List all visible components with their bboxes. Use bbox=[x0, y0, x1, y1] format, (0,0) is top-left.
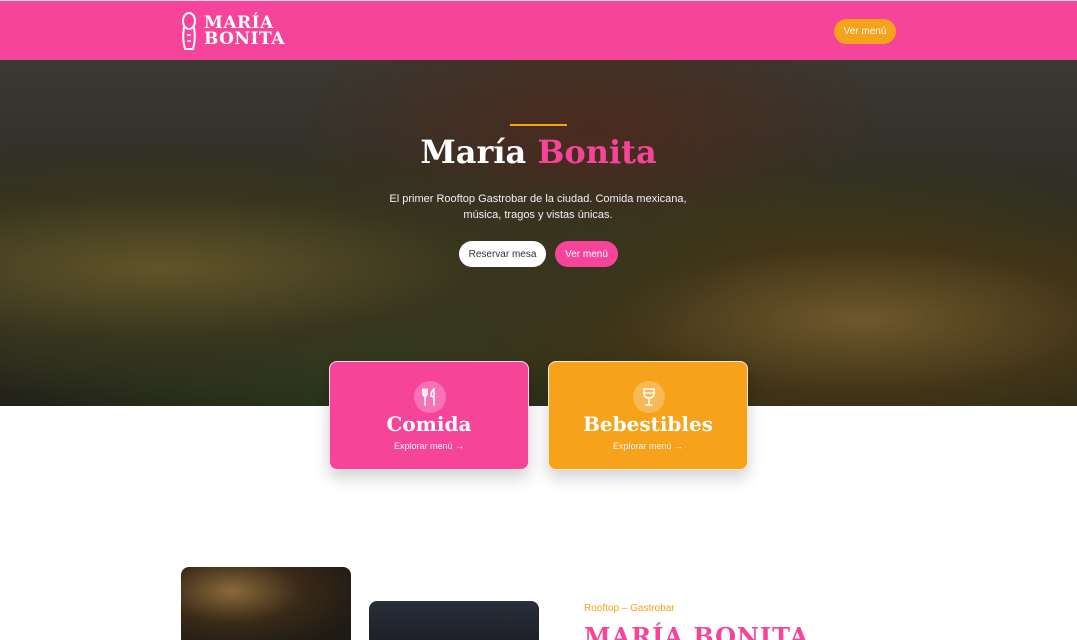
hero-overlay bbox=[0, 60, 1077, 406]
logo-wordmark: MARÍA BONITA bbox=[204, 15, 285, 49]
reserve-table-button[interactable]: Reservar mesa bbox=[459, 241, 546, 267]
top-navbar: MARÍA BONITA Ver menú bbox=[0, 0, 1077, 60]
card-bebestibles-title: Bebestibles bbox=[583, 412, 713, 436]
hero-title: María Bonita bbox=[0, 133, 1077, 171]
night-view-photo bbox=[369, 601, 539, 640]
hero-title-accent: Bonita bbox=[537, 133, 657, 171]
card-comida-link[interactable]: Explorar menú → bbox=[330, 441, 528, 451]
hero-section: María Bonita El primer Rooftop Gastrobar… bbox=[0, 60, 1077, 406]
section-eyebrow: Rooftop – Gastrobar bbox=[584, 603, 675, 614]
hero-divider bbox=[510, 124, 567, 126]
card-comida[interactable]: Comida Explorar menú → bbox=[329, 361, 529, 470]
fork-knife-icon bbox=[414, 381, 446, 413]
logo-line2: BONITA bbox=[204, 29, 285, 49]
card-bebestibles[interactable]: Bebestibles Explorar menú → bbox=[548, 361, 748, 470]
nav-ver-menu-button[interactable]: Ver menú bbox=[834, 19, 896, 44]
card-comida-title: Comida bbox=[386, 412, 472, 436]
section-title: MARÍA BONITA bbox=[584, 622, 810, 640]
hero-ver-menu-button[interactable]: Ver menú bbox=[555, 241, 618, 267]
hero-subtitle: El primer Rooftop Gastrobar de la ciudad… bbox=[389, 193, 687, 221]
logo[interactable]: MARÍA BONITA bbox=[180, 11, 285, 51]
logo-figure-icon bbox=[182, 12, 196, 50]
rooftop-photo bbox=[181, 567, 351, 640]
card-bebestibles-link[interactable]: Explorar menú → bbox=[549, 441, 747, 451]
wine-glass-icon bbox=[633, 381, 665, 413]
hero-title-main: María bbox=[420, 133, 527, 171]
